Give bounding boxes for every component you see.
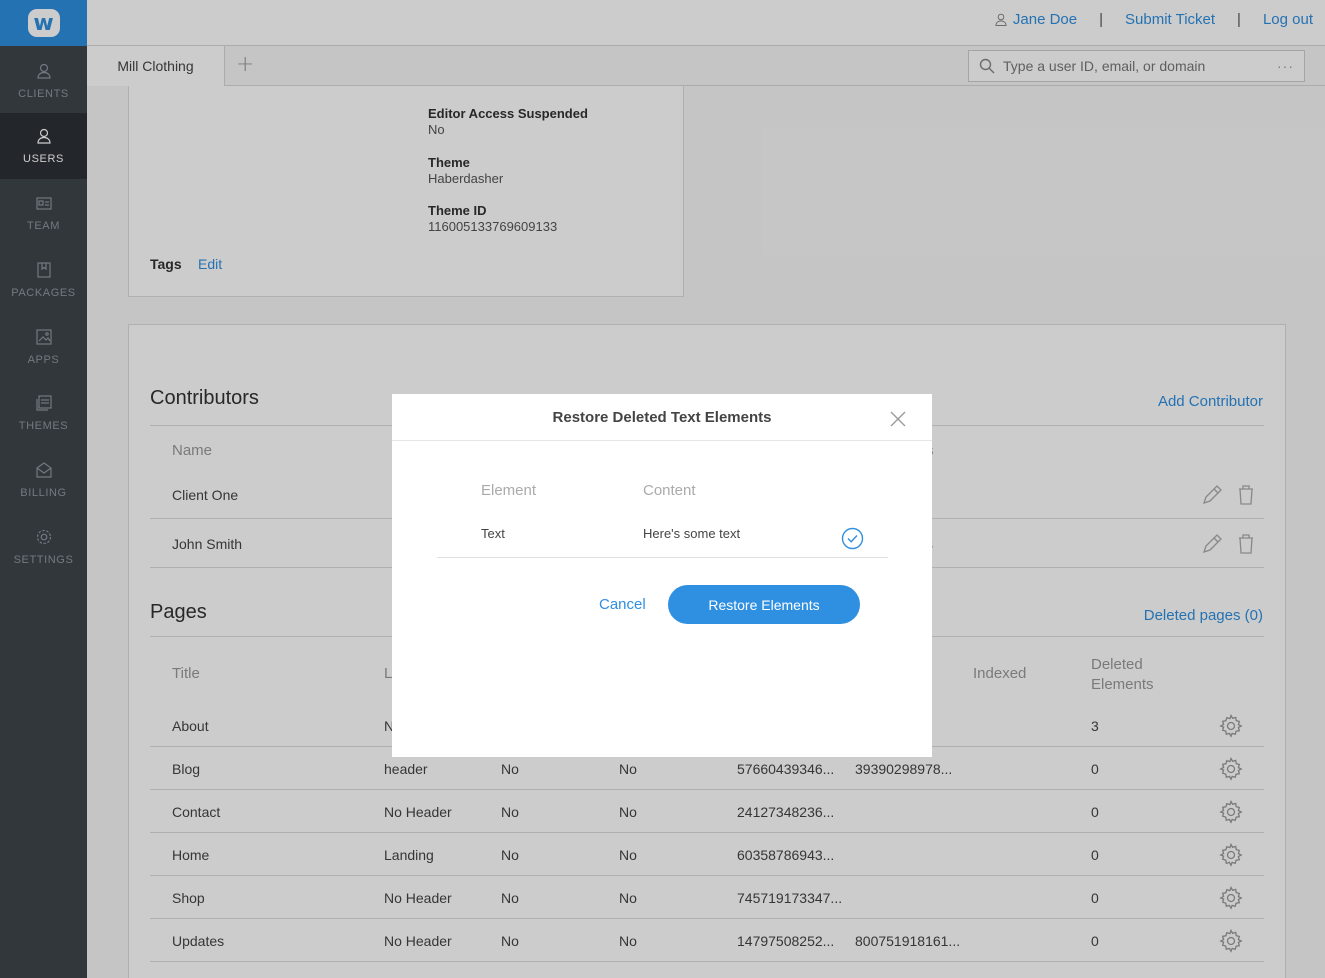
element-content: Here's some text	[643, 526, 741, 541]
col-header-element: Element	[481, 482, 537, 499]
modal-title: Restore Deleted Text Elements	[552, 408, 772, 426]
col-header-content: Content	[643, 482, 696, 499]
restore-modal: Restore Deleted Text Elements Element Co…	[392, 394, 932, 757]
checkmark-icon[interactable]	[841, 527, 864, 550]
cancel-button[interactable]: Cancel	[599, 596, 646, 613]
restore-elements-button[interactable]: Restore Elements	[668, 585, 860, 624]
close-icon[interactable]	[890, 411, 906, 427]
divider	[437, 557, 888, 558]
modal-header: Restore Deleted Text Elements	[392, 394, 932, 441]
element-type: Text	[481, 526, 505, 541]
